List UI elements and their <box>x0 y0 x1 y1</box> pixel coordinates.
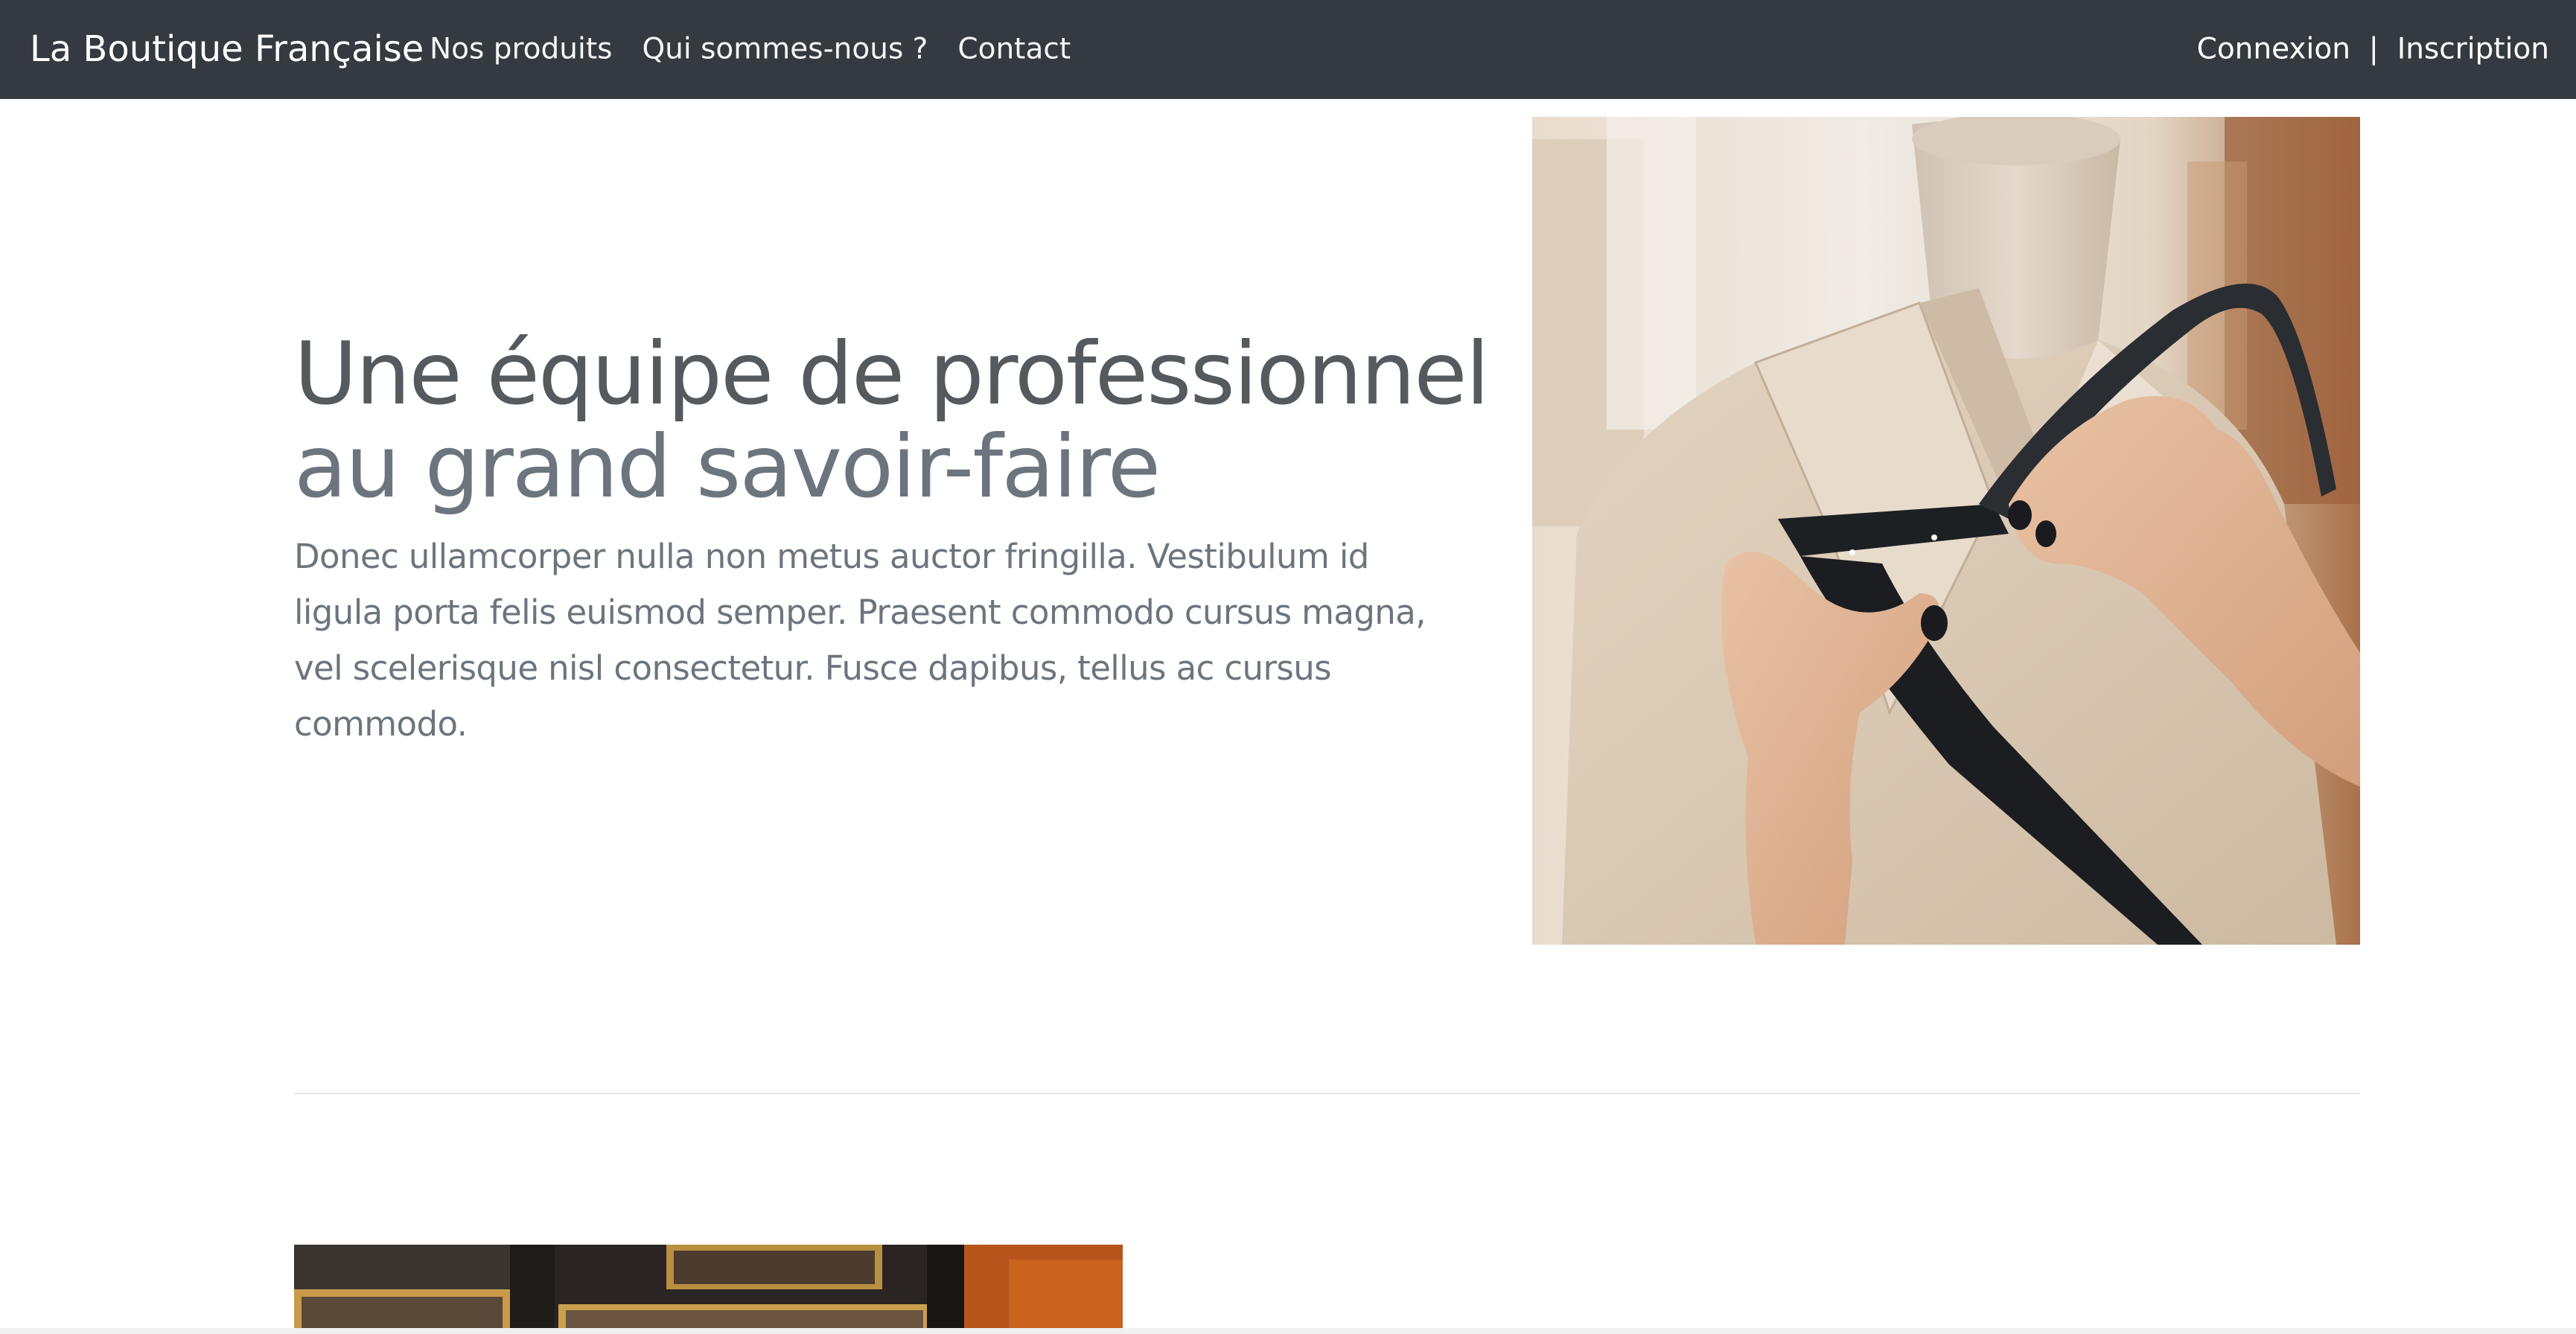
auth-links: Connexion | Inscription <box>2197 35 2549 64</box>
hero-title-line1: Une équipe de professionnel <box>294 324 1490 424</box>
shop-window-image <box>294 1245 1123 1328</box>
auth-separator: | <box>2359 32 2388 66</box>
brand-logo[interactable]: La Boutique Française <box>30 31 424 67</box>
nav-link-qui-sommes-nous[interactable]: Qui sommes-nous ? <box>642 35 928 64</box>
navbar: La Boutique Française Nos produits Qui s… <box>0 0 2576 99</box>
login-link[interactable]: Connexion <box>2197 33 2350 66</box>
register-link[interactable]: Inscription <box>2397 33 2549 66</box>
hero-title: Une équipe de professionnel au grand sav… <box>294 328 1490 517</box>
tailor-mannequin-image <box>1532 117 2360 945</box>
nav-link-produits[interactable]: Nos produits <box>430 35 612 64</box>
page-bottom-edge <box>0 1328 2576 1334</box>
nav-link-contact[interactable]: Contact <box>957 35 1071 64</box>
hero-title-line2: au grand savoir-faire <box>294 417 1161 517</box>
nav-links: Nos produits Qui sommes-nous ? Contact <box>430 35 1071 64</box>
hero-description: Donec ullamcorper nulla non metus auctor… <box>294 537 1426 744</box>
section-divider <box>294 1093 2360 1094</box>
